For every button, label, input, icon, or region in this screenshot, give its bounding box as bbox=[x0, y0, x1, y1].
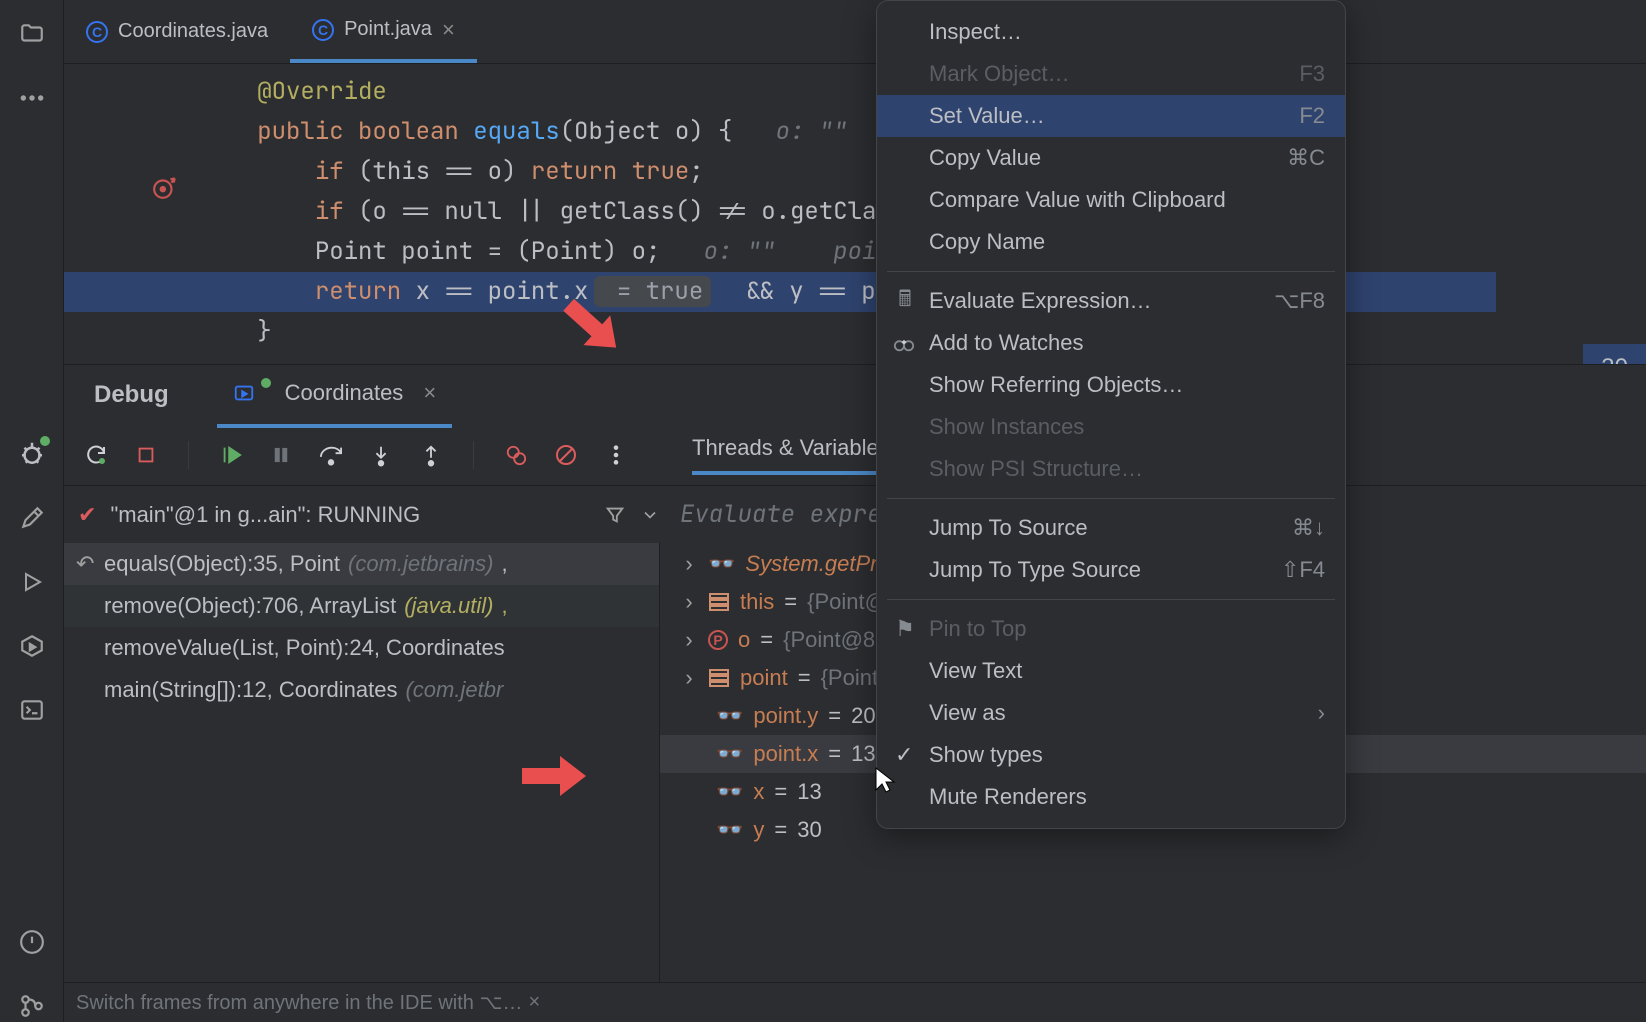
watch-icon: 👓 bbox=[716, 741, 743, 767]
menu-show-types[interactable]: ✓Show types bbox=[877, 734, 1345, 776]
close-icon[interactable]: × bbox=[423, 380, 436, 406]
resume-icon[interactable] bbox=[217, 441, 245, 469]
close-icon[interactable]: × bbox=[442, 17, 455, 43]
debug-tool-window: Debug Coordinates × bbox=[64, 364, 1646, 1022]
gutter-run-icon[interactable] bbox=[152, 174, 178, 200]
line-number-badge: 30 bbox=[1583, 344, 1646, 364]
menu-evaluate-expression[interactable]: 🖩Evaluate Expression…⌥F8 bbox=[877, 280, 1345, 322]
menu-pin-to-top: ⚑Pin to Top bbox=[877, 608, 1345, 650]
editor-tabs: C Coordinates.java C Point.java × bbox=[64, 0, 1646, 64]
run-config-icon bbox=[233, 382, 255, 404]
thread-selector[interactable]: "main"@1 in g...ain": RUNNING bbox=[110, 502, 420, 528]
class-icon: C bbox=[312, 19, 334, 41]
menu-show-psi: Show PSI Structure… bbox=[877, 448, 1345, 490]
menu-jump-to-source[interactable]: Jump To Source⌘↓ bbox=[877, 507, 1345, 549]
more-actions-icon[interactable] bbox=[602, 441, 630, 469]
context-menu: Inspect… Mark Object…F3 Set Value…F2 Cop… bbox=[876, 0, 1346, 829]
menu-copy-name[interactable]: Copy Name bbox=[877, 221, 1345, 263]
status-bar: Switch frames from anywhere in the IDE w… bbox=[64, 982, 1646, 1022]
debug-tool-icon[interactable] bbox=[16, 438, 48, 470]
menu-set-value[interactable]: Set Value…F2 bbox=[877, 95, 1345, 137]
pause-icon[interactable] bbox=[267, 441, 295, 469]
view-breakpoints-icon[interactable] bbox=[502, 441, 530, 469]
menu-mute-renderers[interactable]: Mute Renderers bbox=[877, 776, 1345, 818]
watch-icon: 👓 bbox=[708, 551, 735, 577]
watch-icon: 👓 bbox=[716, 703, 743, 729]
mouse-cursor-icon bbox=[874, 766, 896, 794]
menu-copy-value[interactable]: Copy Value⌘C bbox=[877, 137, 1345, 179]
step-into-icon[interactable] bbox=[367, 441, 395, 469]
watch-icon: 👓 bbox=[716, 817, 743, 843]
menu-view-as[interactable]: View as› bbox=[877, 692, 1345, 734]
back-icon: ↶ bbox=[76, 551, 94, 577]
editor[interactable]: @Override public boolean equals(Object o… bbox=[64, 64, 1646, 364]
calculator-icon: 🖩 bbox=[893, 282, 917, 320]
tab-label: Point.java bbox=[344, 18, 432, 41]
menu-add-to-watches[interactable]: Add to Watches bbox=[877, 322, 1345, 364]
thread-status-icon: ✔ bbox=[78, 502, 96, 528]
menu-jump-to-type-source[interactable]: Jump To Type Source⇧F4 bbox=[877, 549, 1345, 591]
menu-show-referring[interactable]: Show Referring Objects… bbox=[877, 364, 1345, 406]
struct-icon bbox=[708, 667, 730, 689]
code-annotation: @Override bbox=[257, 76, 387, 107]
problems-icon[interactable] bbox=[16, 926, 48, 958]
left-tool-rail bbox=[0, 0, 64, 1022]
watch-add-icon bbox=[893, 334, 917, 352]
chevron-right-icon: › bbox=[680, 551, 698, 577]
watch-icon: 👓 bbox=[716, 779, 743, 805]
filter-icon[interactable] bbox=[604, 504, 626, 526]
stack-frame[interactable]: main(String[]):12, Coordinates (com.jetb… bbox=[64, 669, 659, 711]
class-icon: C bbox=[86, 21, 108, 43]
menu-separator bbox=[887, 599, 1335, 600]
debug-session-tab[interactable]: Coordinates × bbox=[217, 362, 453, 428]
vcs-icon[interactable] bbox=[16, 990, 48, 1022]
status-text: Switch frames from anywhere in the IDE w… bbox=[76, 990, 523, 1015]
menu-separator bbox=[887, 498, 1335, 499]
debug-toolbar: Threads & Variables ●Co bbox=[64, 425, 1646, 485]
chevron-right-icon: › bbox=[680, 589, 698, 615]
menu-compare-clipboard[interactable]: Compare Value with Clipboard bbox=[877, 179, 1345, 221]
menu-inspect[interactable]: Inspect… bbox=[877, 11, 1345, 53]
tab-point[interactable]: C Point.java × bbox=[290, 0, 477, 63]
menu-show-instances: Show Instances bbox=[877, 406, 1345, 448]
threads-variables-tab[interactable]: Threads & Variables bbox=[692, 435, 890, 475]
stack-frame[interactable]: removeValue(List, Point):24, Coordinates bbox=[64, 627, 659, 669]
struct-icon bbox=[708, 591, 730, 613]
session-label: Coordinates bbox=[285, 380, 404, 406]
close-icon[interactable]: × bbox=[529, 991, 541, 1014]
menu-separator bbox=[887, 271, 1335, 272]
check-icon: ✓ bbox=[895, 742, 913, 768]
param-icon: P bbox=[708, 630, 728, 650]
stop-icon[interactable] bbox=[132, 441, 160, 469]
stack-frame[interactable]: remove(Object):706, ArrayList (java.util… bbox=[64, 585, 659, 627]
build-icon[interactable] bbox=[16, 502, 48, 534]
stack-frame[interactable]: ↶ equals(Object):35, Point (com.jetbrain… bbox=[64, 543, 659, 585]
tab-label: Coordinates.java bbox=[118, 20, 268, 43]
debug-tab-label: Debug bbox=[94, 381, 169, 409]
chevron-right-icon: › bbox=[680, 665, 698, 691]
chevron-right-icon: › bbox=[680, 627, 698, 653]
more-icon[interactable] bbox=[16, 82, 48, 114]
chevron-right-icon: › bbox=[1318, 700, 1325, 726]
step-over-icon[interactable] bbox=[317, 441, 345, 469]
rerun-icon[interactable] bbox=[82, 441, 110, 469]
pin-icon: ⚑ bbox=[893, 616, 917, 642]
run-tool-icon[interactable] bbox=[16, 566, 48, 598]
chevron-down-icon[interactable] bbox=[640, 505, 660, 525]
debug-tab[interactable]: Debug bbox=[78, 375, 185, 415]
tab-coordinates[interactable]: C Coordinates.java bbox=[64, 0, 290, 63]
mute-breakpoints-icon[interactable] bbox=[552, 441, 580, 469]
menu-view-text[interactable]: View Text bbox=[877, 650, 1345, 692]
terminal-icon[interactable] bbox=[16, 694, 48, 726]
step-out-icon[interactable] bbox=[417, 441, 445, 469]
menu-mark-object: Mark Object…F3 bbox=[877, 53, 1345, 95]
inline-value: = true bbox=[594, 276, 711, 307]
services-icon[interactable] bbox=[16, 630, 48, 662]
project-icon[interactable] bbox=[16, 18, 48, 50]
